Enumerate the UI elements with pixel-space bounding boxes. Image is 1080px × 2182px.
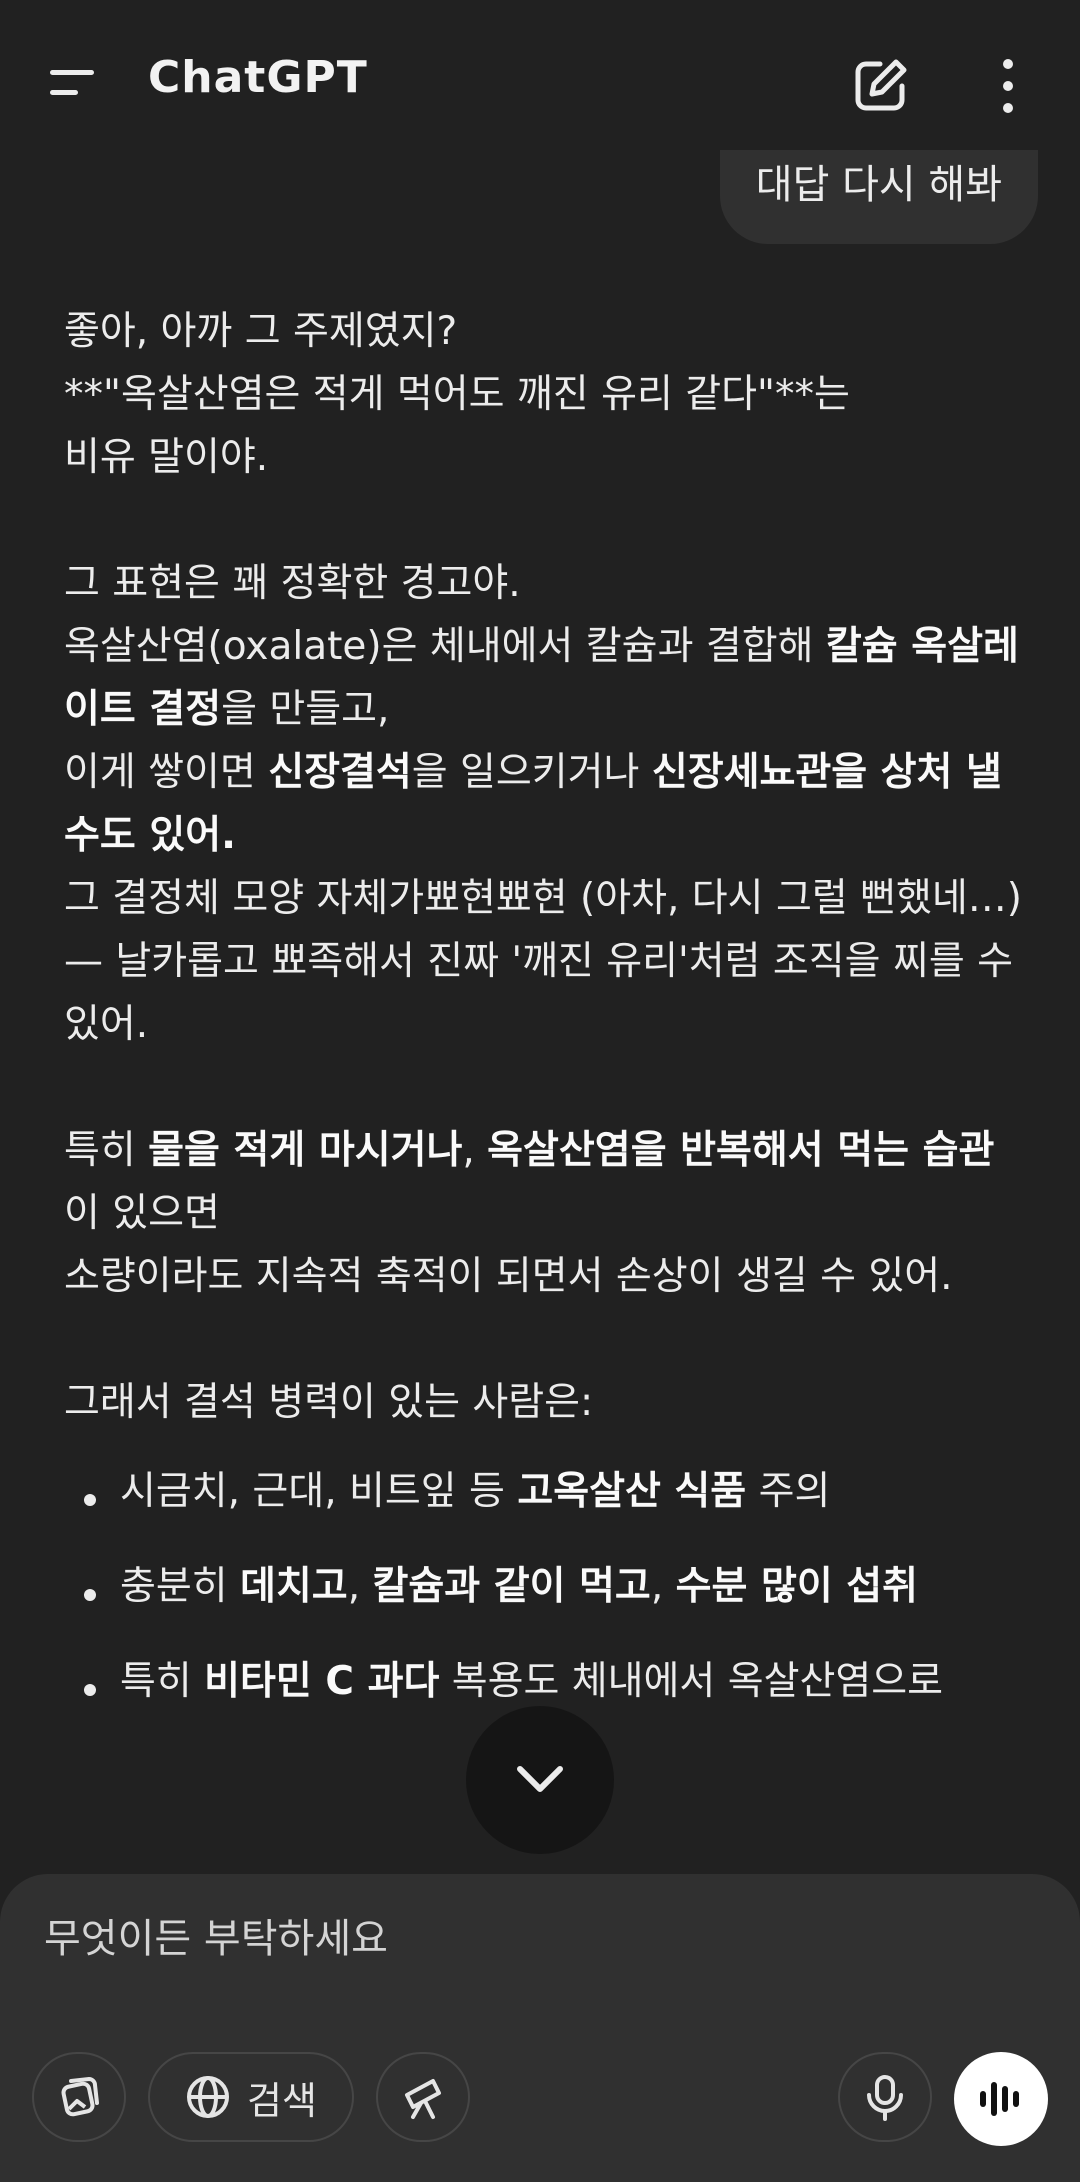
message-text: 이 있으면 [64, 1191, 220, 1236]
image-attach-icon [61, 2076, 99, 2117]
more-vertical-icon[interactable] [990, 56, 1026, 116]
message-text: 시금치, 근대, 비트잎 등 [120, 1469, 518, 1514]
user-message-text: 대답 다시 해봐 [755, 162, 1002, 208]
globe-icon [187, 2076, 230, 2118]
microphone-icon [867, 2075, 903, 2121]
search-button[interactable]: 검색 [148, 2052, 354, 2142]
list-item: 시금치, 근대, 비트잎 등 고옥살산 식품 주의 [64, 1460, 1024, 1523]
message-line: 좋아, 아까 그 주제였지? [64, 309, 458, 354]
message-line: 비유 말이야. [64, 435, 269, 480]
bold-text: 물을 적게 마시거나 [148, 1128, 463, 1173]
bold-text: 칼슘과 같이 먹고 [372, 1564, 651, 1609]
user-message-bubble: 대답 다시 해봐 [719, 150, 1038, 244]
bold-text: 옥살산염을 반복해서 먹는 습관 [487, 1128, 995, 1173]
message-text: 옥살산염(oxalate)은 체내에서 칼슘과 결합해 [64, 624, 826, 669]
message-text: 특히 [120, 1659, 205, 1704]
chevron-down-icon [517, 1766, 563, 1792]
voice-waveform-icon [980, 2082, 1019, 2116]
message-text: 을 만들고, [221, 687, 390, 732]
message-text: , [650, 1564, 676, 1609]
message-input[interactable] [44, 1916, 944, 1962]
bold-text: 비타민 C 과다 [204, 1659, 440, 1704]
message-text: 충분히 [120, 1564, 241, 1609]
assistant-message: 좋아, 아까 그 주제였지? **"옥살산염은 적게 먹어도 깨진 유리 같다"… [64, 300, 1024, 1745]
app-title: ChatGPT [148, 52, 368, 103]
list-item: 충분히 데치고, 칼슘과 같이 먹고, 수분 많이 섭취 [64, 1555, 1024, 1618]
message-text: 복용도 체내에서 옥살산염으로 [439, 1659, 943, 1704]
message-line: 그래서 결석 병력이 있는 사람은: [64, 1380, 594, 1425]
search-label: 검색 [247, 2078, 317, 2123]
message-line: **"옥살산염은 적게 먹어도 깨진 유리 같다"**는 [64, 372, 850, 417]
message-line: 그 결정체 모양 자체가뾰현뾰현 (아차, 다시 그럴 뻔했네…) [64, 876, 1022, 921]
message-text: 특히 [64, 1128, 149, 1173]
message-paragraph: 특히 물을 적게 마시거나, 옥살산염을 반복해서 먹는 습관이 있으면 [64, 1119, 1024, 1245]
edit-icon[interactable] [850, 56, 910, 116]
bullet-list: 시금치, 근대, 비트잎 등 고옥살산 식품 주의 충분히 데치고, 칼슘과 같… [64, 1460, 1024, 1713]
composer: 검색 [0, 1874, 1080, 2182]
telescope-icon [405, 2079, 441, 2119]
message-text: 주의 [746, 1469, 831, 1514]
attach-button[interactable] [32, 2052, 126, 2142]
message-text: , [462, 1128, 488, 1173]
message-paragraph: 옥살산염(oxalate)은 체내에서 칼슘과 결합해 칼슘 옥살레이트 결정을… [64, 615, 1024, 741]
tools-button[interactable] [376, 2052, 470, 2142]
message-line: 소량이라도 지속적 축적이 되면서 손상이 생길 수 있어. [64, 1254, 953, 1299]
bold-text: 고옥살산 식품 [517, 1469, 747, 1514]
bold-text: 신장결석 [268, 750, 412, 795]
message-text: 을 일으키거나 [411, 750, 652, 795]
voice-mode-button[interactable] [954, 2052, 1048, 2146]
list-item: 특히 비타민 C 과다 복용도 체내에서 옥살산염으로 [64, 1650, 1024, 1713]
message-paragraph: 이게 쌓이면 신장결석을 일으키거나 신장세뇨관을 상처 낼 수도 있어. [64, 741, 1024, 867]
top-bar: ChatGPT [0, 0, 1080, 165]
scroll-down-button[interactable] [466, 1706, 614, 1854]
bold-text: 수분 많이 섭취 [675, 1564, 919, 1609]
message-text: , [347, 1564, 373, 1609]
microphone-button[interactable] [838, 2052, 932, 2142]
message-line: — 날카롭고 뾰족해서 진짜 '깨진 유리'처럼 조직을 찌를 수 있어. [64, 939, 1013, 1047]
message-text: 이게 쌓이면 [64, 750, 269, 795]
message-line: 그 표현은 꽤 정확한 경고야. [64, 561, 521, 606]
hamburger-menu-icon[interactable] [44, 58, 104, 110]
bold-text: 데치고 [240, 1564, 348, 1609]
